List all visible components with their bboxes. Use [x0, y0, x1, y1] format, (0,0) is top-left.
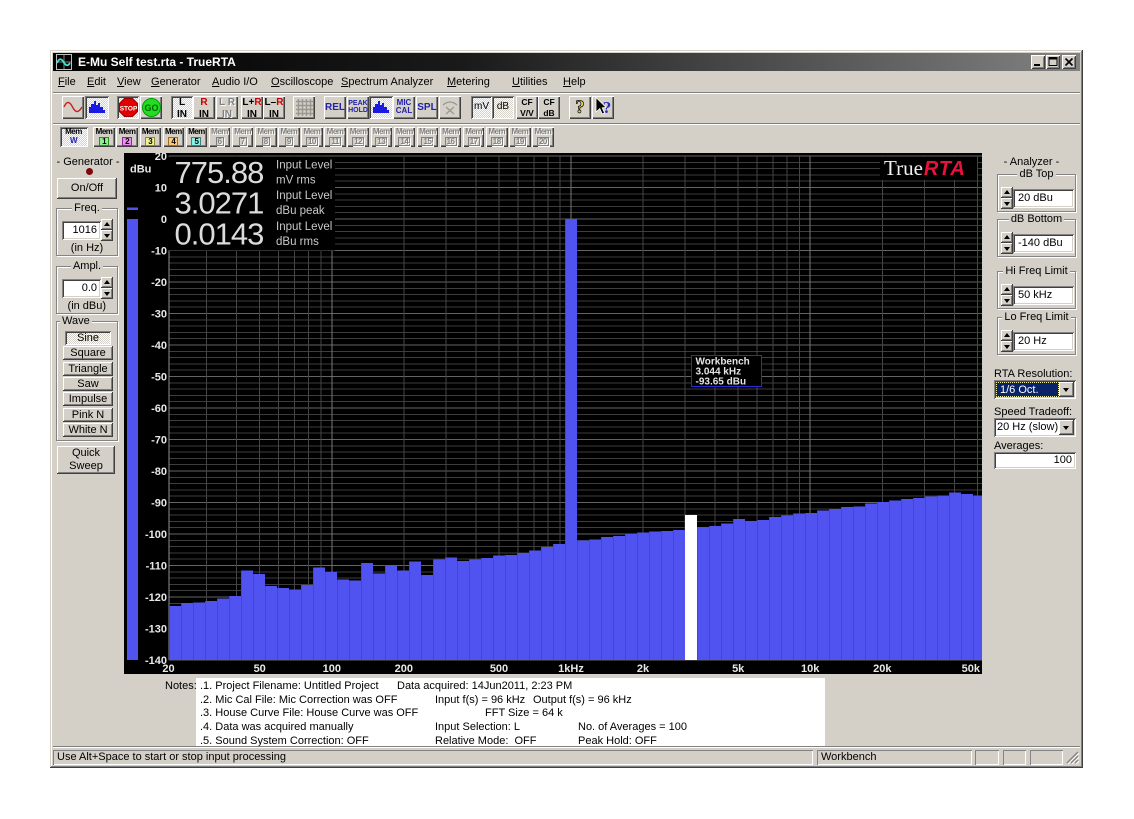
svg-text:10k: 10k — [801, 663, 820, 674]
svg-text:100: 100 — [323, 663, 341, 674]
svg-text:Input Level: Input Level — [276, 190, 332, 202]
svg-text:-90: -90 — [151, 498, 167, 510]
svg-text:-70: -70 — [151, 435, 167, 447]
svg-text:-40: -40 — [151, 340, 167, 352]
svg-text:-80: -80 — [151, 466, 167, 478]
svg-text:200: 200 — [395, 663, 413, 674]
svg-text:Input Level: Input Level — [276, 159, 332, 171]
svg-text:500: 500 — [490, 663, 508, 674]
svg-text:Input Level: Input Level — [276, 221, 332, 233]
svg-text:GO: GO — [144, 103, 158, 113]
svg-text:2k: 2k — [637, 663, 650, 674]
svg-text:-130: -130 — [145, 624, 167, 636]
svg-text:mV rms: mV rms — [276, 174, 316, 186]
svg-text:20: 20 — [162, 663, 174, 674]
svg-text:-100: -100 — [145, 529, 167, 541]
svg-text:STOP: STOP — [119, 106, 137, 113]
svg-text:-10: -10 — [151, 246, 167, 258]
svg-text:50: 50 — [254, 663, 266, 674]
svg-text:dBu: dBu — [130, 164, 151, 176]
svg-text:-50: -50 — [151, 372, 167, 384]
svg-text:?: ? — [575, 97, 585, 117]
svg-text:dBu peak: dBu peak — [276, 205, 325, 217]
svg-text:-93.65 dBu: -93.65 dBu — [696, 377, 747, 388]
svg-text:TrueRTA: TrueRTA — [884, 156, 966, 180]
svg-text:50k: 50k — [962, 663, 981, 674]
svg-text:-120: -120 — [145, 592, 167, 604]
svg-text:20: 20 — [155, 153, 167, 163]
svg-text:-30: -30 — [151, 309, 167, 321]
svg-text:20k: 20k — [873, 663, 892, 674]
svg-text:3.0271: 3.0271 — [175, 186, 264, 221]
svg-text:-60: -60 — [151, 403, 167, 415]
svg-text:-110: -110 — [146, 561, 167, 573]
svg-text:1kHz: 1kHz — [558, 663, 584, 674]
svg-text:5k: 5k — [732, 663, 745, 674]
svg-text:0.0143: 0.0143 — [175, 216, 264, 251]
svg-text:dBu rms: dBu rms — [276, 236, 319, 248]
svg-text:-20: -20 — [151, 277, 167, 289]
svg-text:0: 0 — [161, 214, 167, 226]
svg-text:10: 10 — [155, 183, 167, 195]
